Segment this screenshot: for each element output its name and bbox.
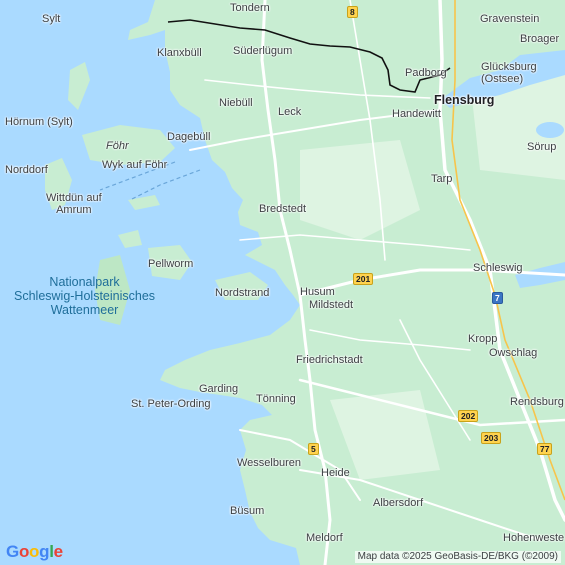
place-label-buesum[interactable]: Büsum	[230, 505, 264, 517]
road-shield-203: 203	[481, 432, 502, 444]
place-label-soerup[interactable]: Sörup	[527, 141, 556, 153]
place-label-hohenweste[interactable]: Hohenweste	[503, 532, 564, 544]
place-label-wyk[interactable]: Wyk auf Föhr	[102, 159, 167, 171]
map-attribution[interactable]: Map data ©2025 GeoBasis-DE/BKG (©2009)	[354, 551, 561, 563]
place-label-flensburg[interactable]: Flensburg	[434, 94, 494, 107]
google-logo: Google	[6, 542, 63, 561]
place-label-dagebuell[interactable]: Dagebüll	[167, 131, 210, 143]
place-label-gravenstein[interactable]: Gravenstein	[480, 13, 539, 25]
place-label-st-peter-ording[interactable]: St. Peter-Ording	[131, 398, 210, 410]
place-label-owschlag[interactable]: Owschlag	[489, 347, 537, 359]
place-label-toenning[interactable]: Tönning	[256, 393, 296, 405]
place-label-friedrichstadt[interactable]: Friedrichstadt	[296, 354, 363, 366]
place-label-rendsburg[interactable]: Rendsburg	[510, 396, 564, 408]
road-shield-202: 202	[458, 410, 479, 422]
place-label-nordstrand[interactable]: Nordstrand	[215, 287, 269, 299]
road-shield-77: 77	[537, 443, 553, 455]
place-label-mildstedt[interactable]: Mildstedt	[309, 299, 353, 311]
road-shield-5: 5	[308, 443, 319, 455]
place-label-garding[interactable]: Garding	[199, 383, 238, 395]
place-label-hoernum[interactable]: Hörnum (Sylt)	[5, 116, 73, 128]
road-shield-7: 7	[492, 292, 503, 304]
place-label-padborg[interactable]: Padborg	[405, 67, 447, 79]
place-label-leck[interactable]: Leck	[278, 106, 301, 118]
place-label-handewitt[interactable]: Handewitt	[392, 108, 441, 120]
place-label-kropp[interactable]: Kropp	[468, 333, 497, 345]
place-label-broager[interactable]: Broager	[520, 33, 559, 45]
place-label-niebuell[interactable]: Niebüll	[219, 97, 253, 109]
place-label-gluecksburg[interactable]: Glücksburg (Ostsee)	[481, 61, 537, 85]
lake	[536, 122, 564, 138]
place-label-heide[interactable]: Heide	[321, 467, 350, 479]
place-label-klanxbuell[interactable]: Klanxbüll	[157, 47, 202, 59]
place-label-tondern[interactable]: Tondern	[230, 2, 270, 14]
place-label-bredstedt[interactable]: Bredstedt	[259, 203, 306, 215]
place-label-wesselburen[interactable]: Wesselburen	[237, 457, 301, 469]
road-shield-201: 201	[353, 273, 374, 285]
place-label-nationalpark[interactable]: Nationalpark Schleswig-Holsteinisches Wa…	[14, 275, 155, 317]
place-label-foehr[interactable]: Föhr	[106, 140, 129, 152]
place-label-sylt[interactable]: Sylt	[42, 13, 60, 25]
place-label-husum[interactable]: Husum	[300, 286, 335, 298]
place-label-norddorf[interactable]: Norddorf	[5, 164, 48, 176]
place-label-pellworm[interactable]: Pellworm	[148, 258, 193, 270]
road-shield-8: 8	[347, 6, 358, 18]
place-label-tarp[interactable]: Tarp	[431, 173, 452, 185]
place-label-meldorf[interactable]: Meldorf	[306, 532, 343, 544]
place-label-schleswig[interactable]: Schleswig	[473, 262, 523, 274]
place-label-albersdorf[interactable]: Albersdorf	[373, 497, 423, 509]
place-label-suederluegum[interactable]: Süderlügum	[233, 45, 292, 57]
place-label-wittduen[interactable]: Wittdün auf Amrum	[46, 192, 102, 216]
